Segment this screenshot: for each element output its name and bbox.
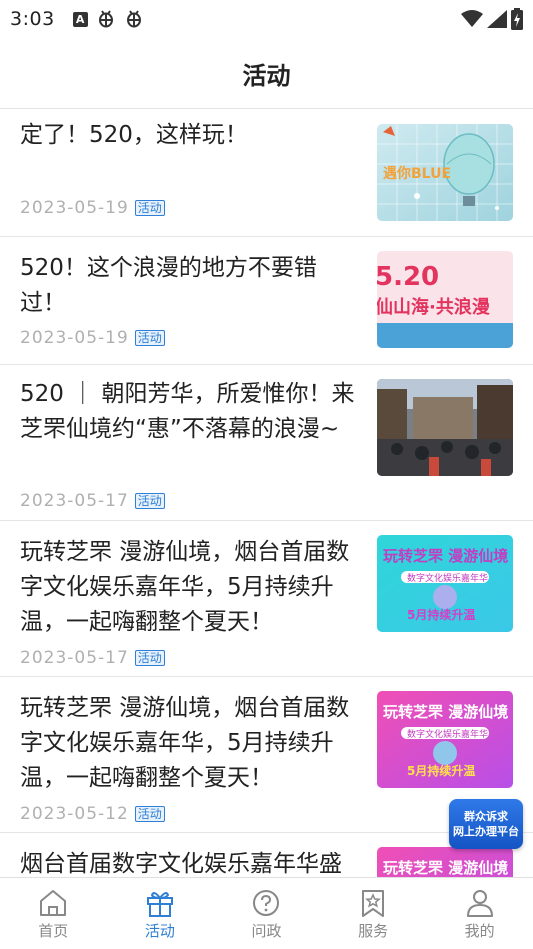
bookmark-star-icon	[362, 890, 385, 917]
article-title: 520 ｜ 朝阳芳华，所爱惟你！来芝罘仙境约“惠”不落幕的浪漫~	[20, 381, 355, 442]
activity-tag: 活动	[134, 330, 165, 346]
a-icon: A	[72, 11, 88, 27]
article-date: 2023-05-17	[20, 491, 129, 511]
bug-icon	[126, 10, 141, 28]
svg-text:玩转芝罘 漫游仙境: 玩转芝罘 漫游仙境	[383, 547, 508, 565]
article-date: 2023-05-17	[20, 648, 129, 668]
page-header: 活动	[0, 38, 533, 109]
article-title: 定了！520，这样玩！	[20, 122, 248, 148]
badge-line-2: 网上办理平台	[453, 825, 519, 838]
article-thumbnail: 玩转芝罘 漫游仙境	[377, 847, 513, 877]
bug-icon	[98, 10, 113, 28]
article-thumbnail: 玩转芝罘 漫游仙境 数字文化娱乐嘉年华 5月持续升温	[377, 691, 513, 788]
home-icon	[40, 890, 67, 916]
article-thumbnail: 玩转芝罘 漫游仙境 数字文化娱乐嘉年华 5月持续升温	[377, 535, 513, 632]
tab-activity[interactable]: 活动	[107, 878, 214, 949]
article-date: 2023-05-19	[20, 328, 129, 348]
tab-inquiry[interactable]: 问政	[213, 878, 320, 949]
article-list[interactable]: 定了！520，这样玩！ 2023-05-19 活动 遇你BLUE 520！这个浪…	[0, 110, 533, 877]
tab-label: 问政	[251, 922, 282, 940]
badge-line-1: 群众诉求	[464, 810, 508, 823]
article-meta: 2023-05-12 活动	[20, 804, 165, 824]
article-title: 玩转芝罘 漫游仙境，烟台首届数字文化娱乐嘉年华，5月持续升温，一起嗨翻整个夏天！	[20, 695, 350, 791]
page-title: 活动	[242, 61, 291, 90]
article-thumbnail	[377, 379, 513, 476]
article-thumbnail: 5.20 仙山海·共浪漫	[377, 251, 513, 348]
person-icon	[466, 890, 493, 917]
article-meta: 2023-05-17 活动	[20, 648, 165, 668]
status-time: 3:03	[10, 8, 55, 30]
article-title: 玩转芝罘 漫游仙境，烟台首届数字文化娱乐嘉年华，5月持续升温，一起嗨翻整个夏天！	[20, 539, 350, 635]
svg-text:5月持续升温: 5月持续升温	[407, 763, 475, 778]
article-title: 520！这个浪漫的地方不要错过！	[20, 255, 317, 316]
signal-icon	[487, 10, 507, 28]
tab-home[interactable]: 首页	[0, 878, 107, 949]
article-thumbnail: 遇你BLUE	[377, 124, 513, 221]
svg-text:玩转芝罘 漫游仙境: 玩转芝罘 漫游仙境	[383, 703, 508, 721]
system-icons	[461, 8, 523, 30]
svg-text:遇你BLUE: 遇你BLUE	[383, 165, 451, 182]
tab-service[interactable]: 服务	[320, 878, 427, 949]
activity-tag: 活动	[134, 493, 165, 509]
tab-label: 首页	[38, 922, 69, 940]
article-title: 烟台首届数字文化娱乐嘉年华盛	[20, 851, 342, 877]
wifi-icon	[461, 10, 483, 27]
tab-label: 我的	[464, 922, 495, 940]
article-meta: 2023-05-17 活动	[20, 491, 165, 511]
tab-label: 服务	[358, 922, 389, 940]
tab-label: 活动	[144, 922, 175, 940]
svg-text:数字文化娱乐嘉年华: 数字文化娱乐嘉年华	[407, 572, 488, 584]
article-date: 2023-05-19	[20, 198, 129, 218]
list-item[interactable]: 520！这个浪漫的地方不要错过！ 2023-05-19 活动 5.20 仙山海·…	[0, 237, 533, 365]
bottom-tab-bar: 首页 活动 问政 服务 我的	[0, 877, 533, 949]
public-appeal-badge[interactable]: 群众诉求 网上办理平台	[449, 799, 523, 849]
svg-text:5.20: 5.20	[377, 262, 439, 292]
svg-text:仙山海·共浪漫: 仙山海·共浪漫	[377, 296, 491, 318]
tab-mine[interactable]: 我的	[426, 878, 533, 949]
activity-tag: 活动	[134, 650, 165, 666]
list-item[interactable]: 520 ｜ 朝阳芳华，所爱惟你！来芝罘仙境约“惠”不落幕的浪漫~ 2023-05…	[0, 365, 533, 521]
svg-text:玩转芝罘 漫游仙境: 玩转芝罘 漫游仙境	[383, 859, 508, 877]
battery-icon	[511, 8, 523, 30]
notification-icons: A	[72, 9, 144, 29]
activity-tag: 活动	[134, 200, 165, 216]
activity-tag: 活动	[134, 806, 165, 822]
svg-text:数字文化娱乐嘉年华: 数字文化娱乐嘉年华	[407, 728, 488, 740]
article-meta: 2023-05-19 活动	[20, 198, 165, 218]
gift-icon	[146, 892, 173, 917]
list-item[interactable]: 玩转芝罘 漫游仙境，烟台首届数字文化娱乐嘉年华，5月持续升温，一起嗨翻整个夏天！…	[0, 521, 533, 677]
question-icon	[253, 890, 280, 916]
svg-text:5月持续升温: 5月持续升温	[407, 607, 475, 622]
list-item[interactable]: 定了！520，这样玩！ 2023-05-19 活动 遇你BLUE	[0, 110, 533, 237]
status-bar: 3:03 A	[0, 0, 533, 38]
article-meta: 2023-05-19 活动	[20, 328, 165, 348]
article-date: 2023-05-12	[20, 804, 129, 824]
